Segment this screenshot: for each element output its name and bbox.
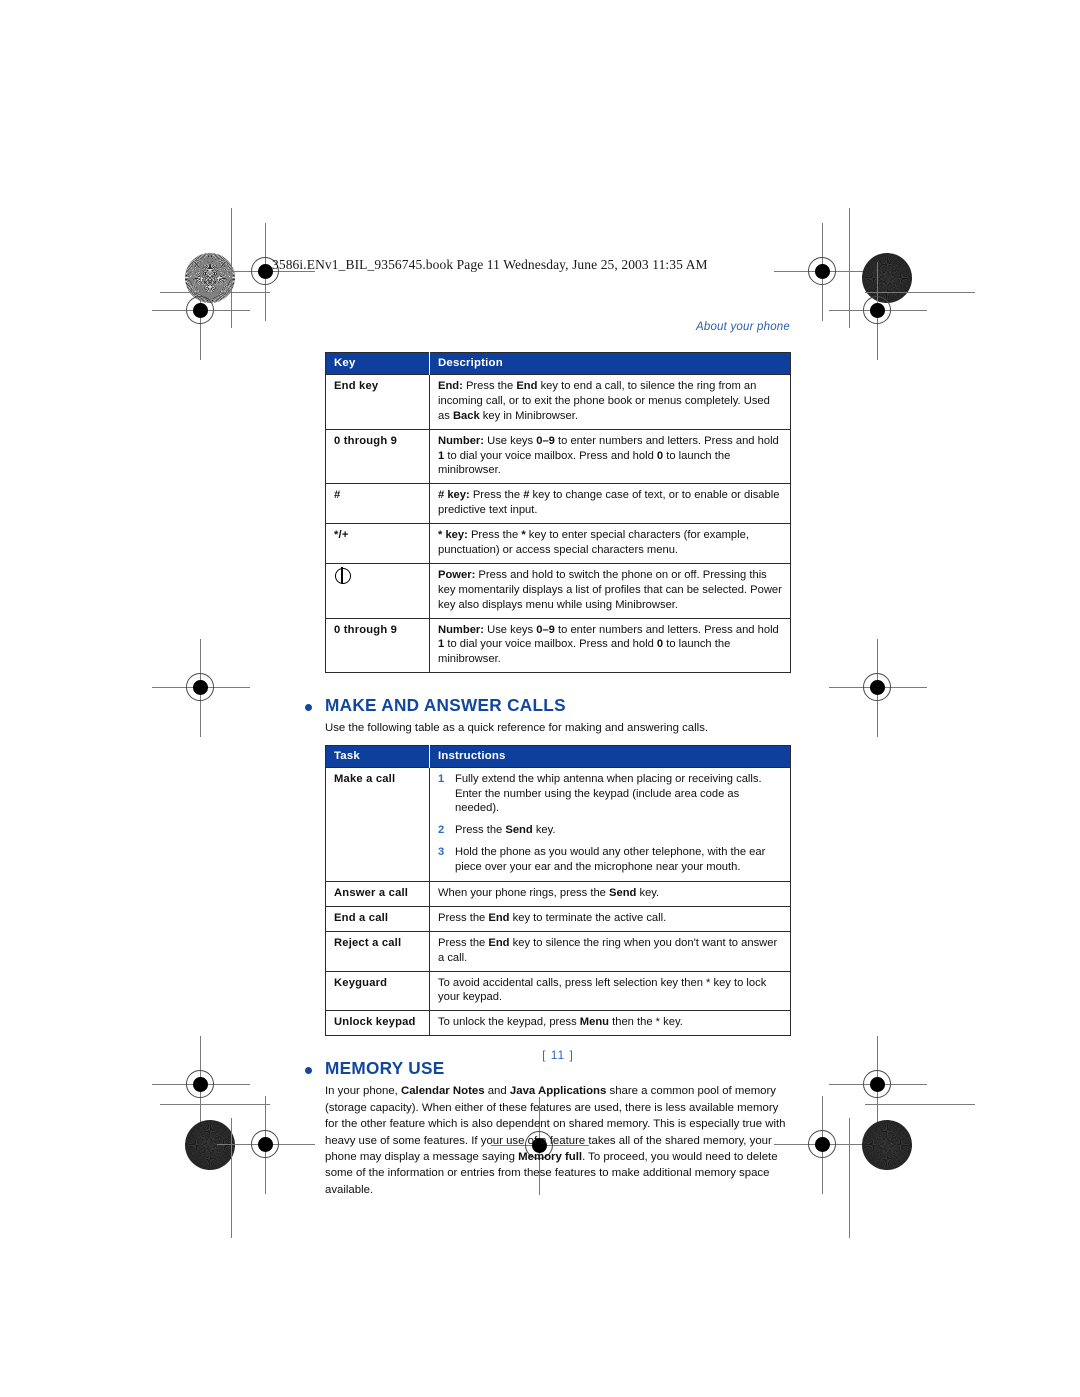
- list-item: 2 Press the Send key.: [438, 823, 782, 838]
- column-header-instructions: Instructions: [429, 745, 791, 768]
- column-header-task: Task: [325, 745, 430, 768]
- table-row: 0 through 9 Number: Use keys 0–9 to ente…: [325, 428, 791, 485]
- keys-table-body: End key End: Press the End key to end a …: [325, 374, 791, 674]
- registration-mark-left-lower: [152, 1036, 250, 1134]
- task-cell: End a call: [325, 905, 430, 932]
- trim-line-top-right-h: [865, 292, 975, 294]
- registration-mark-left-middle: [152, 639, 250, 737]
- instructions-cell: Press the End key to terminate the activ…: [429, 905, 791, 932]
- key-cell: 0 through 9: [325, 428, 430, 485]
- task-cell: Unlock keypad: [325, 1010, 430, 1037]
- description-cell: # key: Press the # key to change case of…: [429, 483, 791, 525]
- step-number: 2: [438, 824, 445, 837]
- key-cell: */+: [325, 523, 430, 564]
- list-item: 3 Hold the phone as you would any other …: [438, 845, 782, 875]
- trim-line-bottom-left-h: [160, 1104, 270, 1106]
- table-row: Power: Press and hold to switch the phon…: [325, 562, 791, 619]
- step-number: 1: [438, 772, 445, 785]
- make-answer-calls-table: Task Instructions Make a call 1 Fully ex…: [325, 744, 791, 1037]
- instructions-cell: When your phone rings, press the Send ke…: [429, 881, 791, 907]
- table-row: End a call Press the End key to terminat…: [325, 905, 791, 932]
- keys-reference-table: Key Description End key End: Press the E…: [325, 352, 791, 674]
- description-cell: End: Press the End key to end a call, to…: [429, 374, 791, 430]
- instructions-cell: 1 Fully extend the whip antenna when pla…: [429, 766, 791, 883]
- table-row: End key End: Press the End key to end a …: [325, 374, 791, 430]
- page-number: [ 11 ]: [542, 1048, 574, 1062]
- key-cell: End key: [325, 374, 430, 430]
- table-row: Unlock keypad To unlock the keypad, pres…: [325, 1010, 791, 1037]
- task-cell: Reject a call: [325, 930, 430, 972]
- description-cell: Power: Press and hold to switch the phon…: [429, 562, 791, 619]
- table-header-row: Task Instructions: [325, 745, 791, 768]
- description-cell: Number: Use keys 0–9 to enter numbers an…: [429, 428, 791, 485]
- registration-mark-right-lower: [829, 1036, 927, 1134]
- print-file-header: 3586i.ENv1_BIL_9356745.book Page 11 Wedn…: [272, 257, 708, 272]
- trim-line-top-left-h: [160, 292, 270, 294]
- instructions-cell: Press the End key to silence the ring wh…: [429, 930, 791, 972]
- starburst-mark-top-left: [185, 253, 235, 303]
- description-cell: Number: Use keys 0–9 to enter numbers an…: [429, 617, 791, 674]
- task-cell: Keyguard: [325, 970, 430, 1012]
- power-icon: [335, 566, 351, 584]
- make-answer-intro-text: Use the following table as a quick refer…: [325, 722, 709, 735]
- step-text: Hold the phone as you would any other te…: [455, 846, 766, 874]
- page-content: Key Description End key End: Press the E…: [302, 352, 792, 1206]
- list-item: 1 Fully extend the whip antenna when pla…: [438, 772, 782, 817]
- starburst-mark-top-right: [862, 253, 912, 303]
- registration-mark-right-middle: [829, 639, 927, 737]
- step-number: 3: [438, 846, 445, 859]
- registration-mark-bottom-left-inner: [217, 1096, 315, 1194]
- task-cell: Answer a call: [325, 881, 430, 907]
- description-cell: * key: Press the * key to enter special …: [429, 523, 791, 564]
- registration-mark-top-right-inner: [774, 223, 872, 321]
- running-header: About your phone: [696, 321, 790, 333]
- trim-line-top-left-v: [231, 208, 233, 328]
- key-cell: #: [325, 483, 430, 525]
- table-row: Make a call 1 Fully extend the whip ante…: [325, 766, 791, 883]
- trim-line-bottom-right-v: [849, 1118, 851, 1238]
- trim-line-bottom-left-v: [231, 1118, 233, 1238]
- table-row: Keyguard To avoid accidental calls, pres…: [325, 970, 791, 1012]
- instructions-cell: To avoid accidental calls, press left se…: [429, 970, 791, 1012]
- table-row: # # key: Press the # key to change case …: [325, 483, 791, 525]
- table-row: Answer a call When your phone rings, pre…: [325, 881, 791, 907]
- column-header-description: Description: [429, 352, 791, 375]
- make-answer-table-body: Make a call 1 Fully extend the whip ante…: [325, 766, 791, 1037]
- column-header-key: Key: [325, 352, 430, 375]
- step-text: Press the Send key.: [455, 824, 556, 837]
- instructions-cell: To unlock the keypad, press Menu then th…: [429, 1010, 791, 1037]
- table-header-row: Key Description: [325, 352, 791, 375]
- section-heading-make-answer-calls: MAKE AND ANSWER CALLS: [302, 695, 792, 716]
- table-row: 0 through 9 Number: Use keys 0–9 to ente…: [325, 617, 791, 674]
- trim-line-bottom-right-h: [865, 1104, 975, 1106]
- starburst-mark-bottom-right: [862, 1120, 912, 1170]
- memory-use-body-text: In your phone, Calendar Notes and Java A…: [325, 1085, 786, 1196]
- key-cell: 0 through 9: [325, 617, 430, 674]
- registration-mark-left-upper: [152, 262, 250, 360]
- registration-mark-right-upper: [829, 262, 927, 360]
- steps-list: 1 Fully extend the whip antenna when pla…: [438, 772, 782, 875]
- trim-line-top-right-v: [849, 208, 851, 328]
- step-text: Fully extend the whip antenna when placi…: [455, 772, 762, 815]
- table-row: Reject a call Press the End key to silen…: [325, 930, 791, 972]
- starburst-mark-bottom-left: [185, 1120, 235, 1170]
- table-row: */+ * key: Press the * key to enter spec…: [325, 523, 791, 564]
- key-cell-power: [325, 562, 430, 619]
- registration-mark-bottom-right-inner: [774, 1096, 872, 1194]
- task-cell: Make a call: [325, 766, 430, 883]
